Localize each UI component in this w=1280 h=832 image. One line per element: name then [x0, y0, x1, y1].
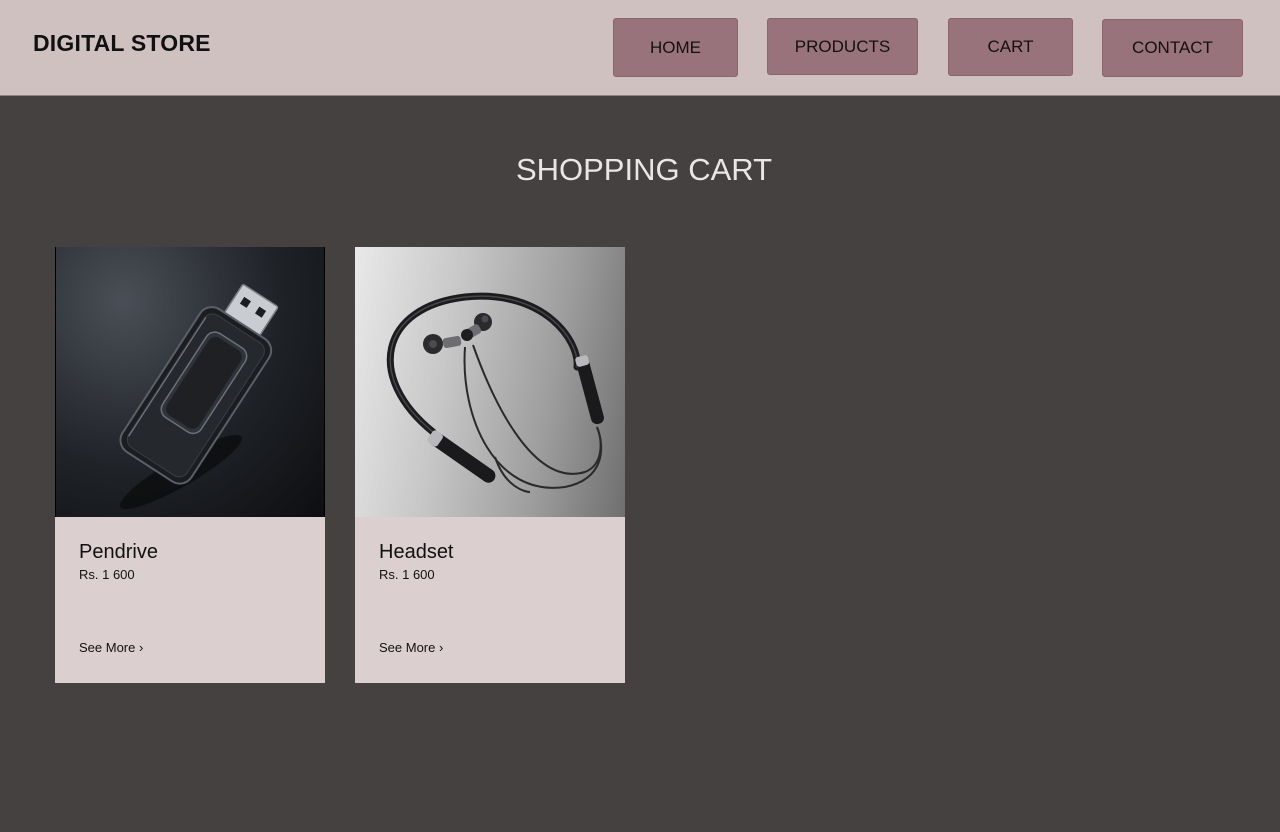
nav-home-button[interactable]: HOME: [613, 18, 738, 77]
cart-item-card: Headset Rs. 1 600 See More ›: [355, 247, 625, 683]
usb-pendrive-image: [55, 247, 325, 517]
site-header: DIGITAL STORE HOME PRODUCTS CART CONTACT: [0, 0, 1280, 96]
page-title: SHOPPING CART: [515, 152, 773, 187]
cart-item-card: Pendrive Rs. 1 600 See More ›: [55, 247, 325, 683]
see-more-link[interactable]: See More ›: [79, 640, 143, 655]
item-price: Rs. 1 600: [379, 567, 435, 582]
item-price: Rs. 1 600: [79, 567, 135, 582]
neckband-headset-image: [355, 247, 625, 517]
nav-contact-button[interactable]: CONTACT: [1102, 19, 1243, 77]
item-name: Headset: [379, 541, 454, 563]
nav-products-button[interactable]: PRODUCTS: [767, 18, 918, 75]
nav-cart-button[interactable]: CART: [948, 18, 1073, 76]
see-more-link[interactable]: See More ›: [379, 640, 443, 655]
brand-logo[interactable]: DIGITAL STORE: [33, 30, 211, 57]
item-name: Pendrive: [79, 541, 158, 563]
